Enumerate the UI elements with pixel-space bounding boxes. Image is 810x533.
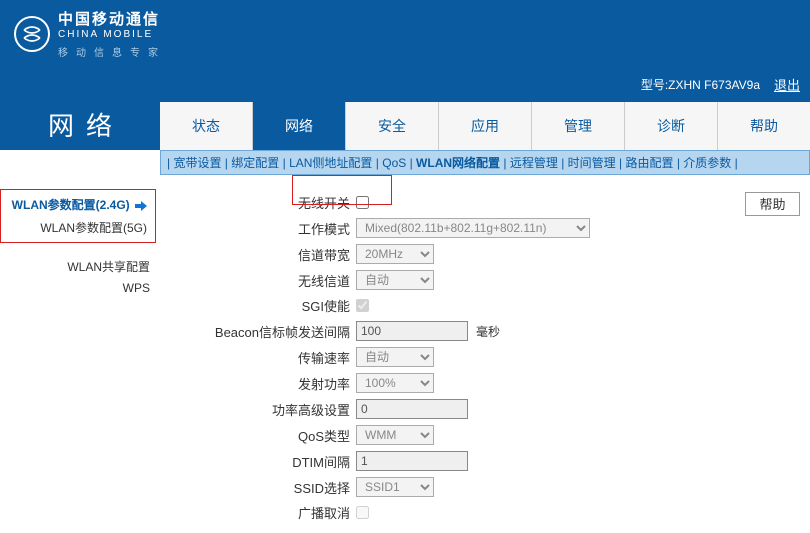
- model-label: 型号:: [641, 78, 668, 92]
- sub-tabs: | 宽带设置 | 绑定配置 | LAN侧地址配置 | QoS | WLAN网络配…: [160, 150, 810, 175]
- sidebar-wlan-24g-label: WLAN参数配置(2.4G): [12, 198, 130, 212]
- label-wireless-channel: 无线信道: [186, 271, 356, 290]
- logo-icon: [14, 16, 50, 52]
- arrow-right-icon: [135, 201, 147, 211]
- label-beacon: Beacon信标帧发送间隔: [186, 322, 356, 341]
- subtab-wlan[interactable]: WLAN网络配置: [416, 156, 500, 170]
- brand-cn: 中国移动通信: [58, 8, 166, 29]
- label-channel-bw: 信道带宽: [186, 245, 356, 264]
- subtab-qos[interactable]: QoS: [382, 156, 406, 170]
- sidebar-wlan-share[interactable]: WLAN共享配置: [0, 255, 156, 278]
- tab-diag[interactable]: 诊断: [624, 102, 717, 150]
- channel-bw-select[interactable]: 20MHz: [356, 244, 434, 264]
- dtim-input[interactable]: [356, 451, 468, 471]
- ssid-select[interactable]: SSID1: [356, 477, 434, 497]
- work-mode-select[interactable]: Mixed(802.11b+802.11g+802.11n): [356, 218, 590, 238]
- sidebar: WLAN参数配置(2.4G) WLAN参数配置(5G) WLAN共享配置 WPS: [0, 175, 160, 528]
- brand-sub: 移动信息专家: [58, 44, 166, 59]
- label-wireless-switch: 无线开关: [186, 193, 356, 212]
- sidebar-wlan-5g[interactable]: WLAN参数配置(5G): [3, 216, 153, 239]
- txrate-select[interactable]: 自动: [356, 347, 434, 367]
- main-tabs: 状态 网络 安全 应用 管理 诊断 帮助: [160, 102, 810, 150]
- logout-link[interactable]: 退出: [774, 75, 800, 94]
- txpower-select[interactable]: 100%: [356, 373, 434, 393]
- sidebar-wlan-24g[interactable]: WLAN参数配置(2.4G): [3, 193, 153, 216]
- page-title: 网络: [0, 102, 160, 150]
- help-button[interactable]: 帮助: [745, 192, 800, 216]
- sgi-checkbox[interactable]: [356, 299, 369, 312]
- label-work-mode: 工作模式: [186, 219, 356, 238]
- label-dtim: DTIM间隔: [186, 452, 356, 471]
- tab-app[interactable]: 应用: [438, 102, 531, 150]
- power-adv-input[interactable]: [356, 399, 468, 419]
- subtab-remote[interactable]: 远程管理: [510, 156, 558, 170]
- content: 无线开关 工作模式 Mixed(802.11b+802.11g+802.11n)…: [160, 175, 740, 528]
- subtab-route[interactable]: 路由配置: [625, 156, 673, 170]
- subtab-broadband[interactable]: 宽带设置: [173, 156, 221, 170]
- subtab-time[interactable]: 时间管理: [568, 156, 616, 170]
- header: 中国移动通信 CHINA MOBILE 移动信息专家: [0, 0, 810, 68]
- subtab-media[interactable]: 介质参数: [683, 156, 731, 170]
- sidebar-wps[interactable]: WPS: [0, 278, 156, 298]
- label-sgi: SGI使能: [186, 296, 356, 315]
- tab-manage[interactable]: 管理: [531, 102, 624, 150]
- beacon-input[interactable]: [356, 321, 468, 341]
- logo: 中国移动通信 CHINA MOBILE 移动信息专家: [14, 8, 166, 59]
- wireless-switch-checkbox[interactable]: [356, 196, 369, 209]
- qos-type-select[interactable]: WMM: [356, 425, 434, 445]
- beacon-unit: 毫秒: [476, 323, 500, 340]
- label-power-adv: 功率高级设置: [186, 400, 356, 419]
- tab-status[interactable]: 状态: [160, 102, 252, 150]
- brand-en: CHINA MOBILE: [58, 29, 166, 40]
- subbar: 型号:ZXHN F673AV9a 退出: [0, 68, 810, 102]
- wireless-channel-select[interactable]: 自动: [356, 270, 434, 290]
- subtab-bind[interactable]: 绑定配置: [231, 156, 279, 170]
- tab-network[interactable]: 网络: [252, 102, 345, 150]
- label-broadcast-cancel: 广播取消: [186, 503, 356, 522]
- model-value: ZXHN F673AV9a: [668, 78, 760, 92]
- broadcast-cancel-checkbox[interactable]: [356, 506, 369, 519]
- label-ssid: SSID选择: [186, 478, 356, 497]
- label-txpower: 发射功率: [186, 374, 356, 393]
- label-txrate: 传输速率: [186, 348, 356, 367]
- sidebar-highlight-group: WLAN参数配置(2.4G) WLAN参数配置(5G): [0, 189, 156, 243]
- tab-security[interactable]: 安全: [345, 102, 438, 150]
- subtab-lan[interactable]: LAN侧地址配置: [289, 156, 372, 170]
- tab-help[interactable]: 帮助: [717, 102, 810, 150]
- label-qos-type: QoS类型: [186, 426, 356, 445]
